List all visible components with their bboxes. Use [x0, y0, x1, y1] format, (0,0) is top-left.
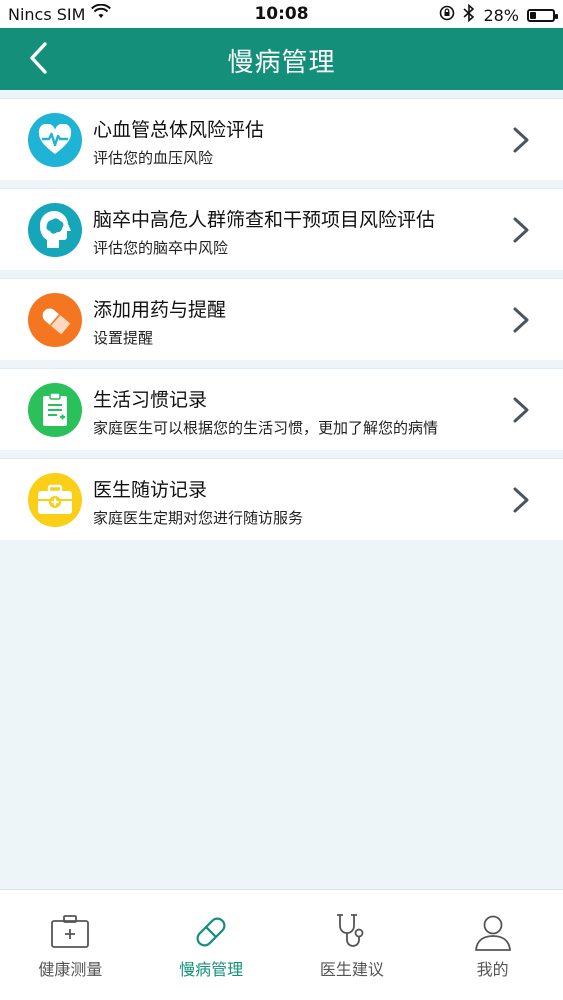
clipboard-icon	[28, 383, 82, 437]
chevron-right-icon	[513, 217, 529, 243]
tab-label: 我的	[476, 960, 509, 979]
tab-label: 健康测量	[38, 960, 103, 979]
status-right: 28%	[439, 3, 558, 26]
tab-label: 医生建议	[319, 960, 384, 979]
feature-list: 心血管总体风险评估 评估您的血压风险 脑卒中高危人群筛查和干预项目风险评估 评估…	[0, 90, 563, 540]
list-item-doctor-followup[interactable]: 医生随访记录 家庭医生定期对您进行随访服务	[0, 458, 563, 540]
medical-box-icon	[48, 912, 92, 952]
app-header: 慢病管理	[0, 28, 563, 90]
stethoscope-icon	[330, 912, 374, 952]
item-subtitle: 家庭医生可以根据您的生活习惯，更加了解您的病情	[93, 419, 439, 437]
item-title: 医生随访记录	[93, 479, 208, 501]
tab-profile[interactable]: 我的	[422, 890, 563, 1000]
heart-pulse-icon	[28, 113, 82, 167]
page-title: 慢病管理	[227, 48, 336, 78]
pill-outline-icon	[189, 912, 233, 952]
item-title: 心血管总体风险评估	[93, 119, 265, 141]
item-subtitle: 家庭医生定期对您进行随访服务	[93, 509, 304, 527]
item-title: 脑卒中高危人群筛查和干预项目风险评估	[93, 209, 436, 231]
battery-percent: 28%	[483, 5, 519, 25]
pill-icon	[28, 293, 82, 347]
chevron-right-icon	[513, 127, 529, 153]
item-subtitle: 评估您的脑卒中风险	[93, 239, 229, 257]
chevron-right-icon	[513, 487, 529, 513]
tab-doctor-advice[interactable]: 医生建议	[282, 890, 423, 1000]
bottom-tab-bar: 健康测量 慢病管理 医生建议 我的	[0, 889, 563, 1000]
medical-kit-icon	[28, 473, 82, 527]
battery-fill	[530, 11, 536, 19]
user-icon	[471, 912, 515, 952]
list-item-medication-reminder[interactable]: 添加用药与提醒 设置提醒	[0, 278, 563, 360]
status-bar: Nincs SIM 10:08 28%	[0, 0, 563, 28]
item-subtitle: 评估您的血压风险	[93, 149, 214, 167]
item-title: 生活习惯记录	[93, 389, 208, 411]
list-item-lifestyle-record[interactable]: 生活习惯记录 家庭医生可以根据您的生活习惯，更加了解您的病情	[0, 368, 563, 450]
tab-health-measurement[interactable]: 健康测量	[0, 890, 141, 1000]
battery-icon	[527, 8, 558, 22]
chevron-right-icon	[513, 397, 529, 423]
tab-label: 慢病管理	[179, 960, 244, 979]
item-title: 添加用药与提醒	[93, 299, 227, 321]
bluetooth-icon	[463, 3, 475, 26]
tab-chronic-disease[interactable]: 慢病管理	[141, 890, 282, 1000]
orientation-lock-icon	[439, 5, 455, 25]
chevron-right-icon	[513, 307, 529, 333]
list-item-stroke-risk[interactable]: 脑卒中高危人群筛查和干预项目风险评估 评估您的脑卒中风险	[0, 188, 563, 270]
brain-head-icon	[28, 203, 82, 257]
list-item-cardiovascular-risk[interactable]: 心血管总体风险评估 评估您的血压风险	[0, 98, 563, 180]
item-subtitle: 设置提醒	[93, 329, 154, 347]
